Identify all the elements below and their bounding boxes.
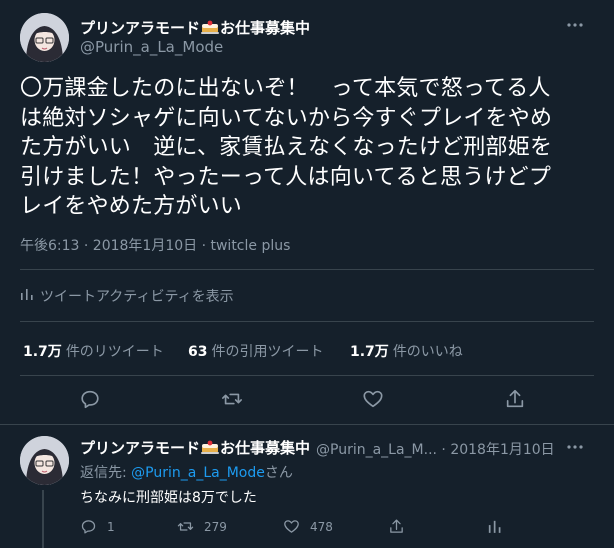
tweet-text-line: た方がいい 逆に、家賃払えなくなったけど刑部姫を (20, 135, 553, 160)
user-handle[interactable]: @Purin_a_La_Mode (80, 38, 223, 56)
reply-avatar[interactable] (20, 436, 69, 485)
tweet-text-line: は絶対ソシャゲに向いてないから今すぐプレイをやめ (20, 105, 553, 131)
divider (0, 424, 614, 425)
reply-display-name[interactable]: プリンアラモード お仕事募集中 (80, 437, 310, 458)
reply-icon (81, 390, 99, 409)
likes-label: 件のいいね (392, 344, 463, 360)
display-name-text: プリンアラモード (80, 19, 201, 37)
cake-emoji-icon (201, 440, 220, 454)
display-name[interactable]: プリンアラモード お仕事募集中 (80, 17, 310, 38)
reply-count: 1 (107, 519, 115, 534)
reply-like-button[interactable]: 478 (283, 518, 333, 535)
divider (20, 269, 594, 270)
quotes-count: 63 (188, 344, 208, 360)
tweet-text-line: 〇万課金したのに出ないぞ！ って本気で怒ってる人 (20, 76, 551, 101)
reply-retweet-button[interactable]: 279 (177, 518, 227, 535)
analytics-icon (20, 287, 34, 305)
replying-prefix: 返信先: (80, 465, 132, 481)
tweet-timestamp[interactable]: 午後6:13 · 2018年1月10日 · twitcle plus (20, 235, 290, 255)
reply-display-name-suffix: お仕事募集中 (220, 439, 311, 457)
analytics-icon (488, 520, 501, 533)
reply-handle-date[interactable]: @Purin_a_La_M... · 2018年1月10日 (316, 439, 555, 459)
retweet-icon (177, 522, 194, 531)
retweets-label: 件のリツイート (65, 344, 164, 360)
replying-suffix: さん (264, 465, 293, 481)
display-name-suffix: お仕事募集中 (220, 19, 311, 37)
quotes-stat[interactable]: 63 件の引用ツイート (188, 341, 323, 361)
retweet-count: 279 (204, 519, 227, 534)
reply-text: ちなみに刑部姫は8万でした (80, 490, 257, 506)
heart-icon (363, 390, 383, 408)
tweet-activity-link[interactable]: ツイートアクティビティを表示 (20, 286, 234, 306)
reply-analytics-button[interactable] (486, 518, 503, 535)
replying-to: 返信先: @Purin_a_La_Modeさん (80, 462, 293, 482)
reply-icon (81, 520, 96, 534)
reply-more-options-icon[interactable] (565, 437, 585, 457)
share-icon (390, 519, 403, 533)
tweet-text-line: 引けました！やったーって人は向いてると思うけどプ (20, 164, 552, 190)
divider (20, 321, 594, 322)
cake-emoji-icon (201, 20, 220, 34)
replying-to-link[interactable]: @Purin_a_La_Mode (131, 465, 265, 481)
share-icon (506, 389, 524, 408)
likes-count: 1.7万 (350, 344, 389, 360)
heart-icon (284, 520, 299, 533)
reply-reply-button[interactable]: 1 (80, 518, 115, 535)
tweet-text-line: レイをやめた方がいい (20, 194, 243, 219)
retweets-stat[interactable]: 1.7万 件のリツイート (23, 341, 164, 361)
retweets-count: 1.7万 (23, 344, 62, 360)
quotes-label: 件の引用ツイート (211, 344, 324, 360)
more-options-icon[interactable] (565, 15, 585, 35)
thread-line (42, 490, 44, 548)
activity-label: ツイートアクティビティを表示 (40, 289, 234, 305)
reply-button[interactable] (78, 387, 102, 411)
retweet-button[interactable] (220, 387, 244, 411)
tweet-text: 〇万課金したのに出ないぞ！ って本気で怒ってる人 は絶対ソシャゲに向いてないから… (20, 74, 590, 222)
retweet-icon (222, 393, 242, 405)
like-button[interactable] (361, 387, 385, 411)
reply-display-name-text: プリンアラモード (80, 439, 201, 457)
avatar[interactable] (20, 13, 69, 62)
reply-share-button[interactable] (388, 518, 405, 535)
share-button[interactable] (503, 387, 527, 411)
likes-stat[interactable]: 1.7万 件のいいね (350, 341, 463, 361)
divider (20, 375, 594, 376)
like-count: 478 (310, 519, 333, 534)
